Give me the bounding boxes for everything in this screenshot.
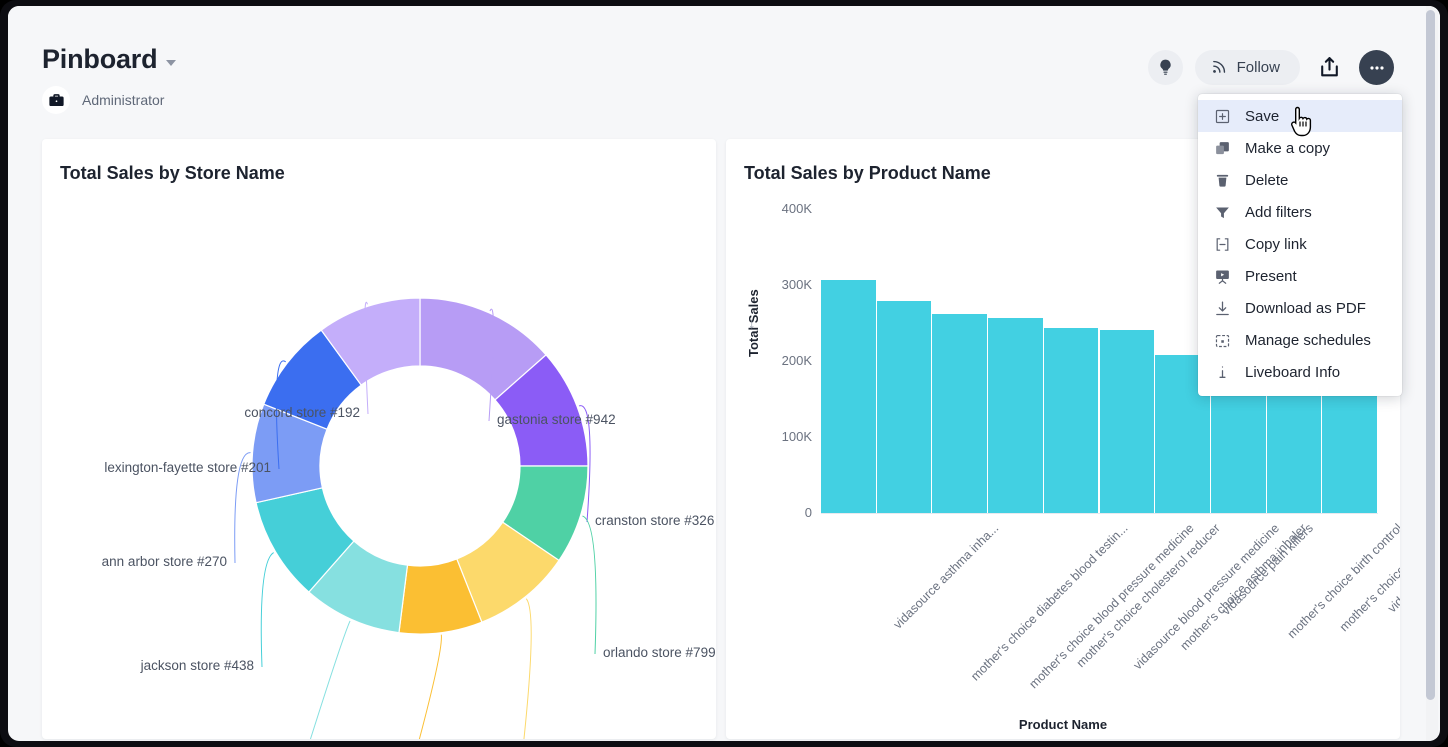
menu-item-delete[interactable]: Delete (1198, 164, 1402, 196)
donut-leader-line (523, 599, 531, 739)
lightbulb-icon[interactable] (1148, 50, 1183, 85)
download-icon (1214, 300, 1231, 317)
donut-leader-line (408, 635, 441, 739)
link-icon (1214, 236, 1231, 253)
menu-item-add-filters[interactable]: Add filters (1198, 196, 1402, 228)
menu-item-manage-schedules[interactable]: Manage schedules (1198, 324, 1402, 356)
donut-segment-label: orlando store #799 (603, 645, 716, 660)
menu-item-liveboard-info[interactable]: Liveboard Info (1198, 356, 1402, 388)
vertical-scrollbar-thumb[interactable] (1426, 10, 1435, 700)
window-frame: Pinboard Administrator (0, 0, 1448, 747)
more-options-menu: Save Make a copy Delete Add filters Copy lin… (1198, 94, 1402, 396)
title-row: Pinboard (42, 44, 176, 75)
bar[interactable] (1100, 330, 1156, 513)
menu-item-present[interactable]: Present (1198, 260, 1402, 292)
page-title: Pinboard (42, 44, 157, 75)
bar[interactable] (988, 318, 1044, 513)
sort-descending-icon[interactable]: ↓ (748, 315, 756, 332)
app-surface: Pinboard Administrator (8, 6, 1440, 741)
menu-item-label: Manage schedules (1245, 332, 1371, 349)
briefcase-icon (42, 86, 70, 114)
follow-label: Follow (1237, 59, 1280, 76)
header-actions: Follow (1148, 50, 1394, 85)
author-name: Administrator (82, 92, 164, 108)
menu-item-label: Download as PDF (1245, 300, 1366, 317)
donut-segment-label: jackson store #438 (141, 658, 254, 673)
bar[interactable] (821, 280, 877, 513)
ellipsis-icon[interactable] (1359, 50, 1394, 85)
chart-card-store-name: Total Sales by Store Name gastonia store… (42, 139, 716, 739)
author-row: Administrator (42, 86, 164, 114)
trash-icon (1214, 172, 1231, 189)
plus-box-icon (1214, 108, 1231, 125)
calendar-icon (1214, 332, 1231, 349)
menu-item-label: Liveboard Info (1245, 364, 1340, 381)
donut-leader-line (261, 553, 273, 667)
menu-item-label: Delete (1245, 172, 1288, 189)
vertical-scrollbar-track[interactable] (1426, 6, 1438, 741)
donut-segment-label: gastonia store #942 (497, 412, 616, 427)
share-upload-icon[interactable] (1312, 50, 1347, 85)
menu-item-label: Copy link (1245, 236, 1307, 253)
bar[interactable] (932, 314, 988, 513)
donut-chart: gastonia store #942 cranston store #326 or… (42, 139, 716, 739)
menu-item-label: Save (1245, 108, 1279, 125)
y-tick-label: 300K (756, 277, 812, 292)
rss-icon (1211, 58, 1228, 78)
donut-leader-line (582, 516, 596, 654)
menu-item-label: Present (1245, 268, 1297, 285)
menu-item-download-as-pdf[interactable]: Download as PDF (1198, 292, 1402, 324)
copy-icon (1214, 140, 1231, 157)
donut-segment-label: cranston store #326 (595, 513, 714, 528)
menu-item-make-a-copy[interactable]: Make a copy (1198, 132, 1402, 164)
menu-item-save[interactable]: Save (1198, 100, 1402, 132)
bar[interactable] (1044, 328, 1100, 513)
menu-item-label: Make a copy (1245, 140, 1330, 157)
menu-item-copy-link[interactable]: Copy link (1198, 228, 1402, 260)
present-icon (1214, 268, 1231, 285)
y-tick-label: 400K (756, 201, 812, 216)
donut-leader-line (307, 621, 350, 739)
x-tick-label: vidasource asthma inha... (891, 521, 1002, 632)
x-axis-line (821, 513, 1378, 514)
filter-icon (1214, 204, 1231, 221)
donut-segment-label: concord store #192 (244, 405, 360, 420)
menu-item-label: Add filters (1245, 204, 1312, 221)
y-tick-label: 200K (756, 353, 812, 368)
follow-button[interactable]: Follow (1195, 50, 1300, 85)
chevron-down-icon[interactable] (166, 60, 176, 66)
y-tick-label: 100K (756, 429, 812, 444)
donut-segment-label: lexington-fayette store #201 (104, 460, 271, 475)
bar[interactable] (877, 301, 933, 513)
donut-segment-label: ann arbor store #270 (102, 554, 227, 569)
x-axis-title: Product Name (726, 717, 1400, 732)
y-tick-label: 0 (756, 505, 812, 520)
info-icon (1214, 364, 1231, 381)
